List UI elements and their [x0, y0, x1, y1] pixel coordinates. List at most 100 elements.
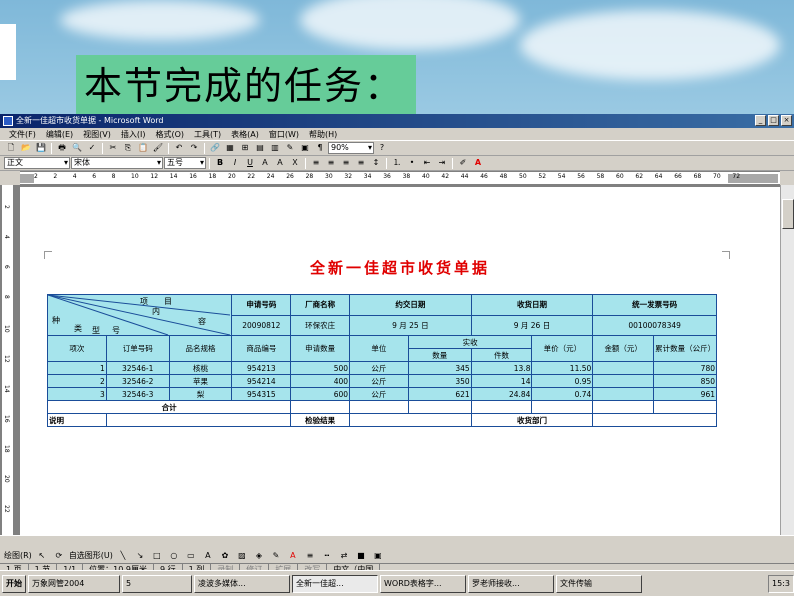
line-color-icon[interactable]: ✎	[269, 550, 283, 562]
cell[interactable]	[407, 400, 472, 414]
cell[interactable]: 600	[290, 387, 351, 401]
cell[interactable]	[592, 361, 655, 375]
cell[interactable]: 32546-1	[105, 361, 170, 375]
char-scale-icon[interactable]: Ｘ	[288, 157, 302, 169]
numbering-icon[interactable]: ⒈	[390, 157, 404, 169]
new-document-icon[interactable]: 🗋	[4, 142, 18, 154]
insert-excel-icon[interactable]: ▤	[253, 142, 267, 154]
maximize-button[interactable]: □	[768, 115, 779, 126]
cell[interactable]: 32546-2	[105, 374, 170, 388]
open-folder-icon[interactable]: 📂	[19, 142, 33, 154]
draw-menu[interactable]: 绘图(R)	[4, 550, 32, 561]
cell[interactable]: 11.50	[531, 361, 594, 375]
footer-dept-value[interactable]	[592, 413, 717, 427]
format-painter-icon[interactable]: 🖌	[151, 142, 165, 154]
menu-file[interactable]: 文件(F)	[4, 128, 41, 141]
cell[interactable]: 梨	[168, 387, 233, 401]
horizontal-ruler[interactable]: 2 2 4 6 8 10 12 14 16 18 20 22 24 26 28 30 32 34 36 38 40 42 4…	[20, 171, 780, 185]
copy-icon[interactable]: ⎘	[121, 142, 135, 154]
cell[interactable]: 1	[47, 361, 107, 375]
minimize-button[interactable]: _	[755, 115, 766, 126]
shadow-icon[interactable]: ■	[354, 550, 368, 562]
free-rotate-icon[interactable]: ⟳	[52, 550, 66, 562]
cell[interactable]: 954214	[231, 374, 292, 388]
menu-table[interactable]: 表格(A)	[226, 128, 264, 141]
cell[interactable]	[592, 400, 655, 414]
spelling-icon[interactable]: ✓	[85, 142, 99, 154]
vertical-scrollbar[interactable]	[780, 185, 794, 535]
cell[interactable]: 公斤	[349, 361, 409, 375]
bullets-icon[interactable]: •	[405, 157, 419, 169]
value-receipt-date[interactable]: 9 月 26 日	[470, 314, 594, 336]
taskbar-item[interactable]: 凌波多媒体...	[194, 574, 290, 593]
value-due-date[interactable]: 9 月 25 日	[349, 314, 472, 336]
cell[interactable]: 350	[407, 374, 472, 388]
value-apply-no[interactable]: 20090812	[231, 314, 292, 336]
decrease-indent-icon[interactable]: ⇤	[420, 157, 434, 169]
menu-tools[interactable]: 工具(T)	[189, 128, 226, 141]
help-icon[interactable]: ?	[375, 142, 389, 154]
3d-icon[interactable]: ▣	[371, 550, 385, 562]
cell[interactable]: 14	[470, 374, 533, 388]
cell[interactable]	[290, 400, 351, 414]
cell[interactable]	[470, 400, 533, 414]
char-shading-icon[interactable]: Ａ	[273, 157, 287, 169]
columns-icon[interactable]: ▥	[268, 142, 282, 154]
dash-style-icon[interactable]: ┅	[320, 550, 334, 562]
align-right-icon[interactable]: ≡	[339, 157, 353, 169]
line-icon[interactable]: ╲	[116, 550, 130, 562]
cell[interactable]: 850	[653, 374, 717, 388]
cell[interactable]	[592, 374, 655, 388]
cell[interactable]: 961	[653, 387, 717, 401]
receipt-table[interactable]: 项 目 内 容 种 类 型 号 申请号码 厂商名称 约交日期 收货日期 统一发票…	[46, 294, 717, 427]
menu-edit[interactable]: 编辑(E)	[41, 128, 78, 141]
taskbar-item[interactable]: 文件传输	[556, 574, 642, 593]
textbox-icon[interactable]: ▭	[184, 550, 198, 562]
system-tray-clock[interactable]: 15:3	[768, 574, 794, 593]
taskbar-item[interactable]: WORD表格字...	[380, 574, 466, 593]
value-invoice-no[interactable]: 00100078349	[592, 314, 717, 336]
show-hide-icon[interactable]: ¶	[313, 142, 327, 154]
cell[interactable]	[531, 400, 594, 414]
save-icon[interactable]: 💾	[34, 142, 48, 154]
line-style-icon[interactable]: ≡	[303, 550, 317, 562]
italic-button[interactable]: I	[228, 157, 242, 169]
cell[interactable]: 345	[407, 361, 472, 375]
cell[interactable]: 0.95	[531, 374, 594, 388]
cell[interactable]: 32546-3	[105, 387, 170, 401]
taskbar-item-active[interactable]: 全新一佳超...	[292, 574, 378, 593]
picture-icon[interactable]: ▨	[235, 550, 249, 562]
wordart-icon[interactable]: A	[201, 550, 215, 562]
drawing-icon[interactable]: ✎	[283, 142, 297, 154]
style-select[interactable]: 正文	[4, 157, 70, 169]
bold-button[interactable]: B	[213, 157, 227, 169]
tables-borders-icon[interactable]: ▦	[223, 142, 237, 154]
cell[interactable]: 24.84	[470, 387, 533, 401]
cut-icon[interactable]: ✂	[106, 142, 120, 154]
cell[interactable]: 3	[47, 387, 107, 401]
document-page[interactable]: 全新一佳超市收货单据 项 目 内 容 种 类 型 号 申请号码 厂商名称 约交日…	[20, 187, 780, 535]
arrow-style-icon[interactable]: ⇄	[337, 550, 351, 562]
scrollbar-thumb[interactable]	[782, 199, 794, 229]
footer-inspect-value[interactable]	[349, 413, 472, 427]
cell[interactable]: 苹果	[168, 374, 233, 388]
zoom-select[interactable]: 90%	[328, 142, 374, 154]
hyperlink-icon[interactable]: 🔗	[208, 142, 222, 154]
cell[interactable]: 核桃	[168, 361, 233, 375]
menu-insert[interactable]: 插入(I)	[116, 128, 151, 141]
clipart-icon[interactable]: ✿	[218, 550, 232, 562]
taskbar-item[interactable]: 罗老师接收...	[468, 574, 554, 593]
cell[interactable]: 0.74	[531, 387, 594, 401]
fill-color-icon[interactable]: ◈	[252, 550, 266, 562]
font-color-button[interactable]: A	[471, 157, 485, 169]
footer-note-value[interactable]	[105, 413, 292, 427]
menu-view[interactable]: 视图(V)	[78, 128, 116, 141]
cell[interactable]	[592, 387, 655, 401]
arrow-icon[interactable]: ↘	[133, 550, 147, 562]
autoshapes-menu[interactable]: 自选图形(U)	[69, 550, 113, 561]
document-map-icon[interactable]: ▣	[298, 142, 312, 154]
start-button[interactable]: 开始	[2, 574, 26, 593]
cell[interactable]: 500	[290, 361, 351, 375]
cell[interactable]	[653, 400, 717, 414]
font-size-select[interactable]: 五号	[164, 157, 206, 169]
